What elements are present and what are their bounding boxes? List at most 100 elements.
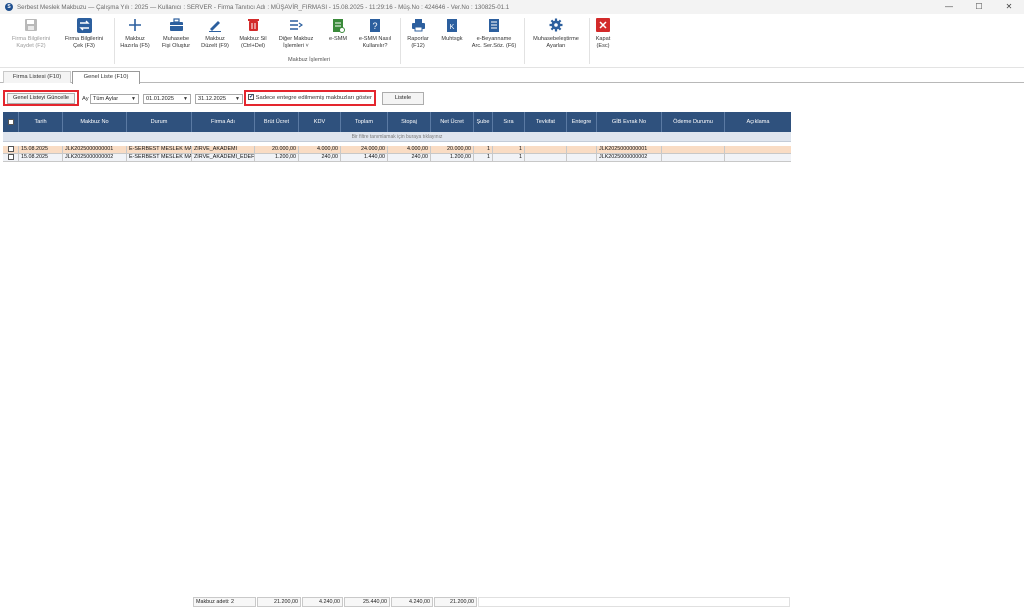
e-declaration-button[interactable]: e-Beyanname Arc. Ser.Söz. (F6) [468, 17, 520, 49]
cell-gib-no: JLK2025000000002 [597, 154, 662, 161]
svg-text:K: K [449, 24, 454, 31]
receipt-count: Makbuz adeti: 2 [193, 597, 256, 607]
document-icon [486, 17, 502, 33]
column-header[interactable]: Tevkifat [525, 112, 567, 132]
trash-icon [245, 17, 261, 33]
ribbon-separator [589, 18, 590, 64]
reports-button[interactable]: Raporlar (F12) [402, 17, 434, 49]
tab-general-list[interactable]: Genel Liste (F10) [72, 71, 140, 84]
start-date-picker[interactable]: 01.01.2025 ▼ [143, 94, 191, 104]
column-header[interactable]: Toplam [341, 112, 388, 132]
accounting-settings-button[interactable]: Muhasebeleştirme Ayarları [526, 17, 586, 49]
cell-order: 1 [493, 154, 525, 161]
column-header[interactable]: Net Ücret [431, 112, 474, 132]
cell-note [725, 146, 791, 153]
cell-total: 1.440,00 [341, 154, 388, 161]
non-integrated-label: Sadece entegre edilmemiş makbuzları göst… [255, 95, 372, 101]
column-header[interactable]: Açıklama [725, 112, 791, 132]
create-accounting-voucher-button[interactable]: Muhasebe Fişi Oluştur [156, 17, 196, 49]
ribbon-toolbar: Firma Bilgilerini Kaydet (F2) Firma Bilg… [0, 14, 1024, 68]
column-header[interactable]: Makbuz No [63, 112, 127, 132]
column-header[interactable]: Durum [127, 112, 192, 132]
close-icon [595, 17, 611, 33]
filter-bar: Genel Listeyi Güncelle Ay Tüm Aylar ▼ 01… [0, 84, 1024, 110]
dropdown-arrow-icon: ▼ [235, 96, 240, 102]
cell-tevkifat [525, 146, 567, 153]
period-label: Ay [82, 96, 89, 102]
column-header[interactable]: Tarih [19, 112, 63, 132]
cell-order: 1 [493, 146, 525, 153]
non-integrated-checkbox[interactable] [248, 92, 254, 102]
cell-status: E-SERBEST MESLEK MAKBUZU [127, 146, 192, 153]
column-header[interactable]: GİB Evrak No [597, 112, 662, 132]
gear-icon [548, 17, 564, 33]
total-vat: 4.240,00 [302, 597, 343, 607]
edit-receipt-button[interactable]: Makbuz Düzelt (F9) [197, 17, 233, 49]
cell-payment [662, 146, 725, 153]
update-general-list-button[interactable]: Genel Listeyi Güncelle [7, 93, 75, 104]
column-header[interactable]: Entegre [567, 112, 597, 132]
delete-receipt-button[interactable]: Makbuz Sil (Ctrl+Del) [234, 17, 272, 49]
column-header[interactable]: Stopaj [388, 112, 431, 132]
plus-icon [127, 17, 143, 33]
minimize-button[interactable]: — [934, 0, 964, 14]
row-checkbox[interactable] [7, 146, 14, 152]
maximize-button[interactable]: ☐ [964, 0, 994, 14]
help-doc-icon: ? [367, 17, 383, 33]
save-company-button[interactable]: Firma Bilgilerini Kaydet (F2) [6, 17, 56, 49]
other-receipt-operations-button[interactable]: Diğer Makbuz İşlemleri ˅ [274, 17, 318, 49]
select-all-header[interactable] [3, 112, 19, 132]
cell-total: 24.000,00 [341, 146, 388, 153]
prepare-receipt-button[interactable]: Makbuz Hazırla (F5) [115, 17, 155, 49]
non-integrated-filter[interactable]: Sadece entegre edilmemiş makbuzları göst… [248, 92, 372, 103]
end-date-picker[interactable]: 31.12.2025 ▼ [195, 94, 243, 104]
cell-branch: 1 [474, 154, 493, 161]
cell-receipt-no: JLK2025000000002 [63, 154, 127, 161]
column-header[interactable]: KDV [299, 112, 341, 132]
cell-integrated [567, 146, 597, 153]
list-icon [288, 17, 304, 33]
column-header[interactable]: Brüt Ücret [255, 112, 299, 132]
list-button[interactable]: Listele [382, 92, 424, 105]
title-bar: S Serbest Meslek Makbuzu — Çalışma Yılı … [0, 0, 1024, 14]
svg-text:?: ? [372, 21, 377, 31]
select-all-checkbox[interactable] [7, 118, 14, 125]
app-logo-icon: S [5, 3, 13, 11]
period-select[interactable]: Tüm Aylar ▼ [90, 94, 139, 104]
column-header[interactable]: Ödeme Durumu [662, 112, 725, 132]
cell-vat: 240,00 [299, 154, 341, 161]
close-button[interactable]: Kapat (Esc) [591, 17, 615, 49]
tab-company-list[interactable]: Firma Listesi (F10) [3, 71, 71, 83]
cell-date: 15.08.2025 [19, 154, 63, 161]
cell-vat: 4.000,00 [299, 146, 341, 153]
muhtsgk-doc-icon: K [444, 17, 460, 33]
total-withholding: 4.240,00 [391, 597, 433, 607]
ribbon-separator [400, 18, 401, 64]
table-row[interactable]: 15.08.2025 JLK2025000000002 E-SERBEST ME… [3, 154, 791, 162]
ribbon-separator [524, 18, 525, 64]
dropdown-arrow-icon: ▼ [183, 96, 188, 102]
grid-header: Tarih Makbuz No Durum Firma Adı Brüt Ücr… [3, 112, 791, 132]
cell-integrated [567, 154, 597, 161]
filter-hint-row[interactable]: Bir filtre tanımlamak için buraya tıklay… [3, 132, 791, 142]
column-header[interactable]: Firma Adı [192, 112, 255, 132]
total-sum: 25.440,00 [344, 597, 390, 607]
esmm-button[interactable]: e-SMM [322, 17, 354, 43]
cell-company: ZİRVE_AKADEMİ_EDEFTER [194, 154, 255, 161]
table-row[interactable]: 15.08.2025 JLK2025000000001 E-SERBEST ME… [3, 146, 791, 154]
printer-icon [410, 17, 426, 33]
row-checkbox[interactable] [7, 154, 14, 160]
save-icon [23, 17, 39, 33]
esmm-doc-icon [330, 17, 346, 33]
ribbon-group-label: Makbuz İşlemleri [288, 57, 330, 63]
fetch-company-button[interactable]: Firma Bilgilerini Çek (F3) [58, 17, 110, 49]
muhtsgk-button[interactable]: K Muhtsgk [437, 17, 467, 43]
briefcase-icon [168, 17, 184, 33]
cell-receipt-no: JLK2025000000001 [63, 146, 127, 153]
esmm-howto-button[interactable]: ? e-SMM Nasıl Kullanılır? [355, 17, 395, 49]
refresh-icon [76, 17, 92, 33]
window-close-button[interactable]: ✕ [994, 0, 1024, 14]
column-header[interactable]: Şube [474, 112, 493, 132]
column-header[interactable]: Sıra [493, 112, 525, 132]
dropdown-arrow-icon: ▼ [131, 96, 136, 102]
